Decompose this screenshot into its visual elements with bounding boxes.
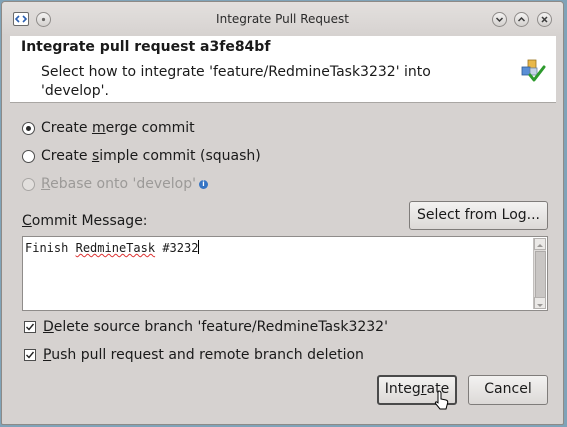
- delete-branch-checkbox[interactable]: [24, 321, 36, 333]
- scroll-down-arrow[interactable]: [534, 297, 546, 309]
- close-button[interactable]: [537, 12, 552, 27]
- title-bar[interactable]: Integrate Pull Request: [2, 2, 563, 36]
- chevron-up-icon: [537, 244, 543, 247]
- rebase-label: Rebase onto 'develop': [41, 176, 196, 192]
- integrate-merge-icon: [520, 58, 546, 88]
- mouse-cursor-icon: [434, 390, 450, 416]
- cancel-button[interactable]: Cancel: [468, 375, 548, 405]
- scroll-thumb[interactable]: [535, 251, 546, 298]
- checkmark-icon: [26, 351, 35, 359]
- header-separator: [10, 102, 556, 103]
- option-rebase: Rebase onto 'develop' i: [22, 175, 208, 193]
- chevron-down-icon: [537, 304, 543, 307]
- select-from-log-button[interactable]: Select from Log...: [409, 201, 548, 230]
- maximize-icon: [517, 16, 526, 22]
- minimize-icon: [495, 17, 504, 23]
- header-description: Select how to integrate 'feature/Redmine…: [41, 64, 431, 99]
- scroll-up-arrow[interactable]: [534, 238, 546, 250]
- merge-radio[interactable]: [22, 121, 35, 135]
- push-checkbox[interactable]: [24, 349, 36, 361]
- header-title: Integrate pull request a3fe84bf: [21, 39, 271, 55]
- dialog-header: Integrate pull request a3fe84bf Select h…: [10, 36, 556, 102]
- close-icon: [541, 16, 548, 23]
- push-option[interactable]: Push pull request and remote branch dele…: [24, 347, 364, 363]
- checkmark-icon: [26, 323, 35, 331]
- option-merge-commit[interactable]: Create merge commit: [22, 119, 195, 137]
- simple-radio[interactable]: [22, 149, 35, 163]
- commit-message-input[interactable]: Finish RedmineTask #3232: [22, 236, 548, 311]
- rebase-radio: [22, 177, 35, 191]
- window-title: Integrate Pull Request: [216, 12, 349, 26]
- info-icon[interactable]: i: [198, 179, 208, 189]
- integrate-dialog: Integrate Pull Request Integrate pull re…: [1, 1, 564, 425]
- commit-message-label: Commit Message:: [22, 213, 148, 229]
- push-label: Push pull request and remote branch dele…: [43, 347, 364, 363]
- maximize-button[interactable]: [514, 12, 529, 27]
- option-simple-commit[interactable]: Create simple commit (squash): [22, 147, 261, 165]
- merge-label: Create merge commit: [41, 120, 195, 136]
- simple-label: Create simple commit (squash): [41, 148, 261, 164]
- delete-branch-option[interactable]: Delete source branch 'feature/RedmineTas…: [24, 319, 388, 335]
- commit-message-text: Finish RedmineTask #3232: [25, 240, 200, 255]
- delete-branch-label: Delete source branch 'feature/RedmineTas…: [43, 319, 388, 335]
- commit-message-scrollbar[interactable]: [533, 238, 546, 309]
- minimize-button[interactable]: [492, 12, 507, 27]
